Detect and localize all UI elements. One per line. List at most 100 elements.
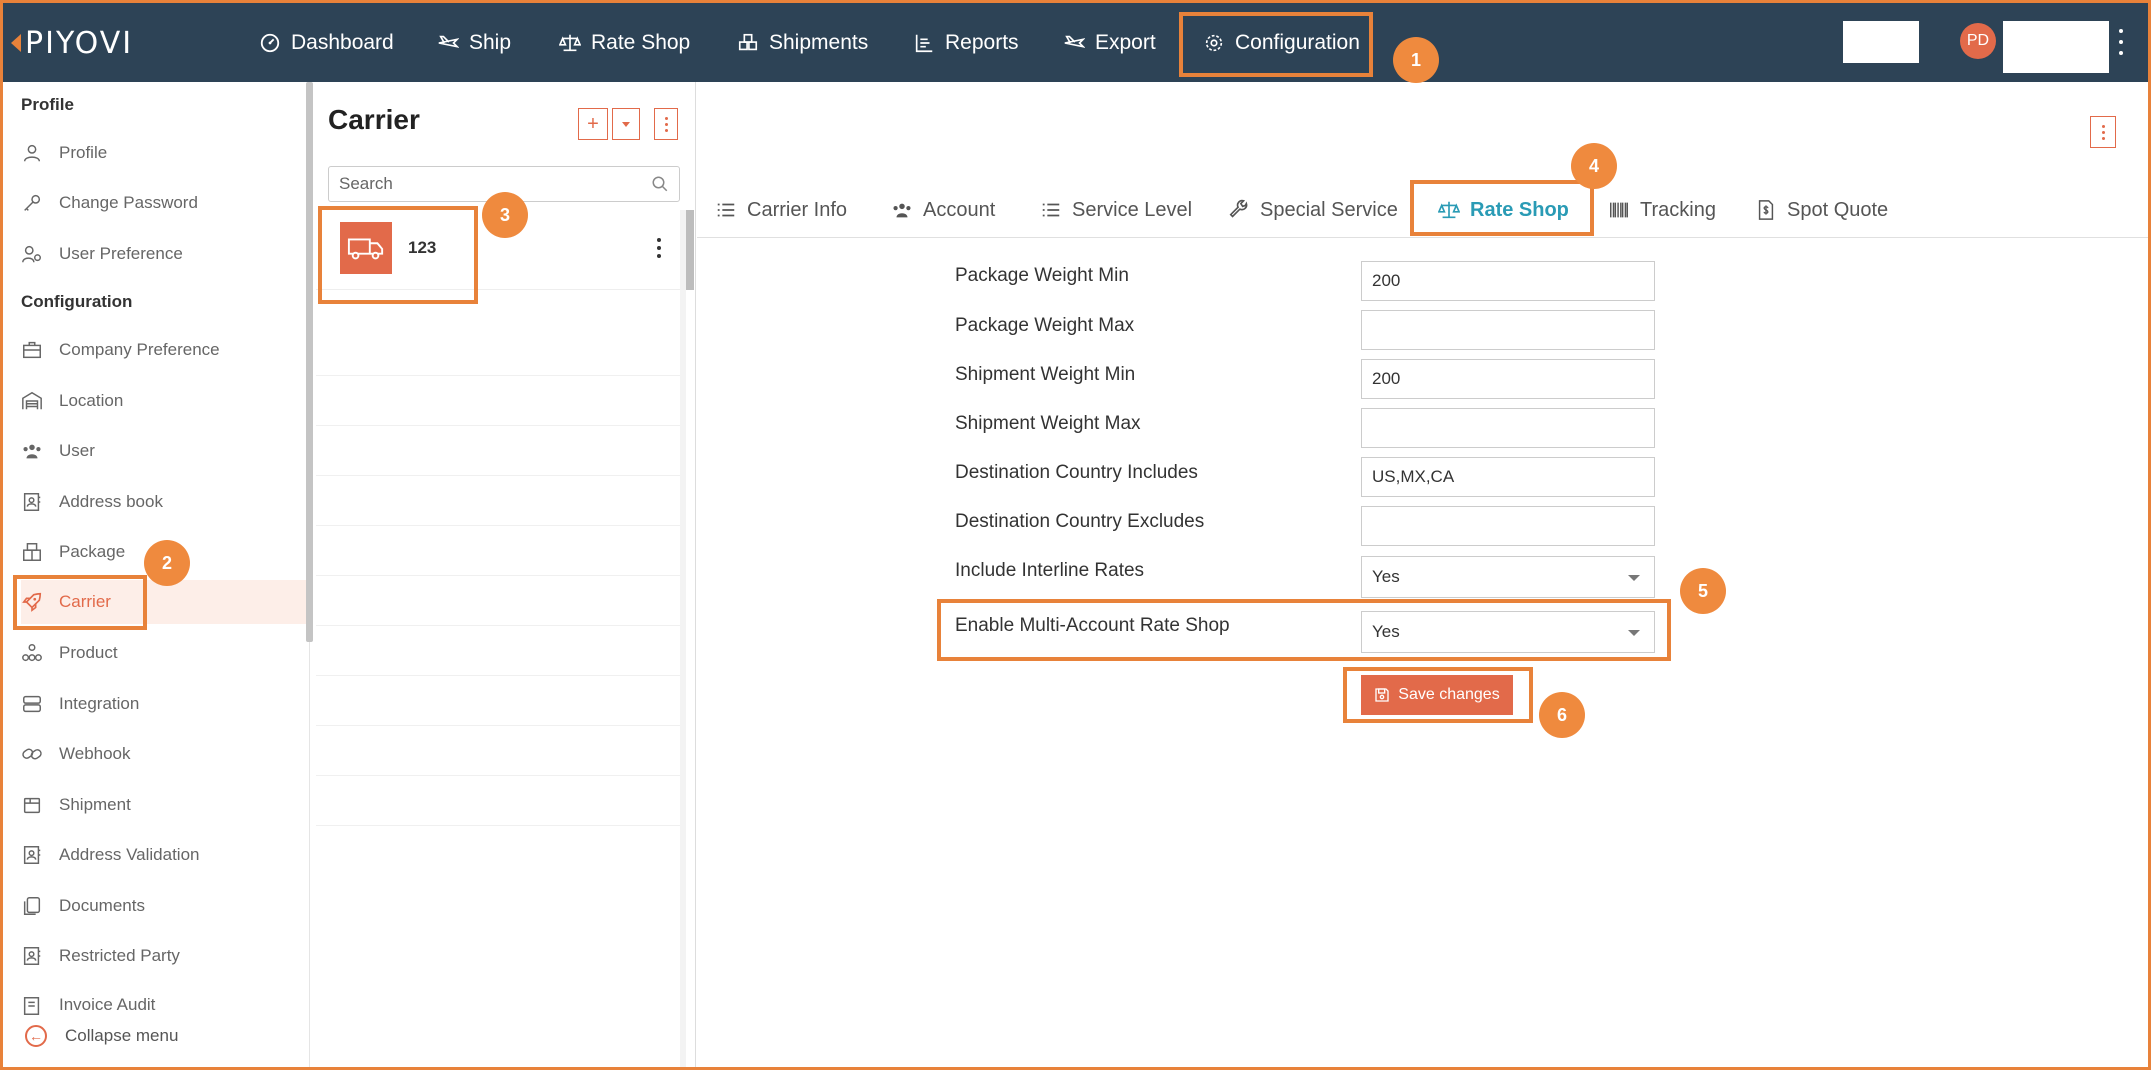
- nav-export[interactable]: Export: [1063, 25, 1156, 61]
- sidebar-item-profile[interactable]: Profile: [21, 131, 306, 175]
- nav-shipments-label: Shipments: [769, 31, 869, 54]
- carrier-panel-title: Carrier: [328, 104, 420, 135]
- interline-rates-select[interactable]: Yes: [1361, 556, 1655, 598]
- shipment-weight-min-input[interactable]: 200: [1361, 359, 1655, 399]
- collapse-menu-label: Collapse menu: [65, 1026, 179, 1045]
- nav-export-label: Export: [1095, 31, 1156, 54]
- tab-special-service[interactable]: Special Service: [1228, 194, 1398, 226]
- sidebar-item-label: User Preference: [59, 244, 183, 263]
- logo-text: PIYOVI: [25, 25, 134, 61]
- caret-down-icon: [622, 121, 630, 127]
- avatar[interactable]: PD: [1960, 23, 1996, 59]
- nav-dashboard-label: Dashboard: [291, 31, 394, 54]
- tab-label: Account: [923, 198, 996, 221]
- add-dropdown-button[interactable]: [612, 108, 640, 140]
- box-icon: [23, 797, 41, 814]
- main-menu-button[interactable]: [2090, 116, 2116, 148]
- list-icon: [717, 203, 735, 217]
- carrier-kebab-icon[interactable]: [656, 238, 662, 258]
- redacted-box: [1843, 21, 1919, 63]
- destination-excludes-label: Destination Country Excludes: [955, 511, 1205, 532]
- sidebar-item-change-password[interactable]: Change Password: [21, 181, 306, 225]
- nav-dashboard[interactable]: Dashboard: [259, 25, 394, 61]
- package-weight-max-input[interactable]: [1361, 310, 1655, 350]
- sidebar-item-label: Documents: [59, 896, 145, 915]
- package-weight-max-label: Package Weight Max: [955, 315, 1135, 336]
- package-weight-min-label: Package Weight Min: [955, 265, 1129, 286]
- wrench-icon: [1229, 199, 1248, 218]
- nav-kebab-icon[interactable]: [2117, 29, 2125, 55]
- sidebar-item-label: Product: [59, 643, 118, 662]
- divider: [316, 775, 680, 776]
- step-marker: 4: [1571, 143, 1617, 189]
- user-settings-icon: [22, 245, 41, 263]
- piyovi-logo[interactable]: PIYOVI: [11, 25, 133, 61]
- carrier-search-placeholder: Search: [339, 174, 393, 193]
- sidebar-item-invoice-audit[interactable]: Invoice Audit: [21, 985, 306, 1021]
- package-icon: [23, 543, 41, 561]
- link-icon: [22, 748, 42, 760]
- tab-service-level[interactable]: Service Level: [1040, 194, 1192, 226]
- divider: [316, 825, 680, 826]
- invoice-icon: [23, 997, 40, 1015]
- sidebar-item-webhook[interactable]: Webhook: [21, 732, 306, 776]
- product-icon: [22, 644, 42, 662]
- nav-shipments[interactable]: Shipments: [737, 25, 868, 61]
- shipment-weight-min-label: Shipment Weight Min: [955, 364, 1136, 385]
- dashboard-icon: [260, 33, 280, 53]
- sidebar-item-restricted-party[interactable]: Restricted Party: [21, 934, 306, 978]
- save-highlight: [1343, 667, 1533, 723]
- nav-ship[interactable]: Ship: [437, 25, 511, 61]
- sidebar-item-address-book[interactable]: Address book: [21, 480, 306, 524]
- sidebar-item-address-validation[interactable]: Address Validation: [21, 833, 306, 877]
- shipment-weight-max-input[interactable]: [1361, 408, 1655, 448]
- user-icon: [23, 144, 41, 162]
- sidebar-item-company-preference[interactable]: Company Preference: [21, 328, 306, 372]
- sidebar-scrollbar[interactable]: [306, 82, 313, 642]
- step-marker: 2: [144, 540, 190, 586]
- boxes-icon: [738, 33, 758, 51]
- sidebar-item-product[interactable]: Product: [21, 631, 306, 675]
- tab-account[interactable]: Account: [891, 194, 995, 226]
- users-icon: [23, 444, 41, 459]
- nav-rate-shop[interactable]: Rate Shop: [559, 25, 690, 61]
- add-carrier-button[interactable]: +: [578, 108, 608, 140]
- destination-excludes-input[interactable]: [1361, 506, 1655, 546]
- carrier-list: 123: [316, 210, 686, 1067]
- package-weight-min-input[interactable]: 200: [1361, 261, 1655, 301]
- step-number: 4: [1588, 155, 1599, 176]
- sidebar-item-shipment[interactable]: Shipment: [21, 783, 306, 827]
- tab-label: Service Level: [1072, 198, 1193, 221]
- sidebar-item-documents[interactable]: Documents: [21, 884, 306, 928]
- sidebar-item-user-preference[interactable]: User Preference: [21, 232, 306, 276]
- sidebar-item-label: Profile: [59, 143, 108, 162]
- server-icon: [23, 695, 41, 713]
- step-marker: 1: [1393, 37, 1439, 83]
- search-icon: [652, 176, 668, 192]
- plane-icon: [438, 35, 459, 48]
- id-card-icon: [23, 846, 41, 864]
- divider: [316, 725, 680, 726]
- destination-includes-value: US,MX,CA: [1372, 467, 1455, 486]
- tab-tracking[interactable]: Tracking: [1608, 194, 1716, 226]
- tab-label: Special Service: [1260, 198, 1398, 221]
- sidebar-item-integration[interactable]: Integration: [21, 682, 306, 726]
- tab-carrier-info[interactable]: Carrier Info: [715, 194, 847, 226]
- collapse-menu-button[interactable]: ← Collapse menu: [25, 1025, 178, 1047]
- multi-account-highlight: [937, 599, 1671, 661]
- carrier-panel-menu-button[interactable]: [654, 108, 678, 140]
- nav-reports[interactable]: Reports: [913, 25, 1019, 61]
- add-carrier-label: +: [587, 112, 599, 135]
- tab-spot-quote[interactable]: Spot Quote: [1755, 194, 1888, 226]
- destination-includes-input[interactable]: US,MX,CA: [1361, 457, 1655, 497]
- warehouse-icon: [22, 391, 42, 410]
- package-weight-min-value: 200: [1372, 271, 1401, 290]
- divider: [316, 375, 680, 376]
- scale-icon: [559, 34, 581, 52]
- carrier-selection-highlight: [318, 206, 478, 304]
- nav-ship-label: Ship: [469, 31, 512, 54]
- sidebar-item-user[interactable]: User: [21, 429, 306, 473]
- carrier-list-scrollbar[interactable]: [686, 210, 694, 290]
- sidebar-item-location[interactable]: Location: [21, 379, 306, 423]
- nav-reports-label: Reports: [945, 31, 1019, 54]
